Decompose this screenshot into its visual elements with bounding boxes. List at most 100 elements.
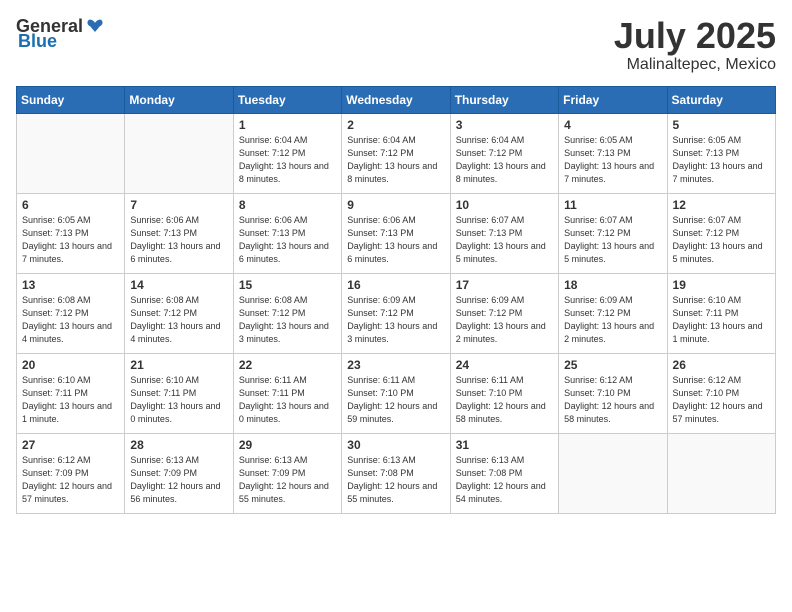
day-info: Sunrise: 6:08 AM Sunset: 7:12 PM Dayligh… — [239, 294, 336, 346]
calendar-cell — [667, 433, 775, 513]
calendar-cell: 10 Sunrise: 6:07 AM Sunset: 7:13 PM Dayl… — [450, 193, 558, 273]
calendar-cell: 27 Sunrise: 6:12 AM Sunset: 7:09 PM Dayl… — [17, 433, 125, 513]
weekday-header-row: SundayMondayTuesdayWednesdayThursdayFrid… — [17, 86, 776, 113]
day-number: 12 — [673, 198, 770, 212]
day-number: 22 — [239, 358, 336, 372]
day-info: Sunrise: 6:11 AM Sunset: 7:11 PM Dayligh… — [239, 374, 336, 426]
bird-icon — [85, 17, 105, 37]
day-number: 21 — [130, 358, 227, 372]
calendar-cell: 14 Sunrise: 6:08 AM Sunset: 7:12 PM Dayl… — [125, 273, 233, 353]
weekday-header: Thursday — [450, 86, 558, 113]
calendar-cell: 5 Sunrise: 6:05 AM Sunset: 7:13 PM Dayli… — [667, 113, 775, 193]
calendar-cell: 7 Sunrise: 6:06 AM Sunset: 7:13 PM Dayli… — [125, 193, 233, 273]
day-number: 24 — [456, 358, 553, 372]
day-info: Sunrise: 6:06 AM Sunset: 7:13 PM Dayligh… — [239, 214, 336, 266]
day-info: Sunrise: 6:09 AM Sunset: 7:12 PM Dayligh… — [456, 294, 553, 346]
day-info: Sunrise: 6:08 AM Sunset: 7:12 PM Dayligh… — [130, 294, 227, 346]
day-number: 19 — [673, 278, 770, 292]
day-number: 23 — [347, 358, 444, 372]
day-number: 5 — [673, 118, 770, 132]
calendar-cell: 17 Sunrise: 6:09 AM Sunset: 7:12 PM Dayl… — [450, 273, 558, 353]
day-number: 13 — [22, 278, 119, 292]
calendar-cell: 15 Sunrise: 6:08 AM Sunset: 7:12 PM Dayl… — [233, 273, 341, 353]
weekday-header: Wednesday — [342, 86, 450, 113]
day-info: Sunrise: 6:05 AM Sunset: 7:13 PM Dayligh… — [22, 214, 119, 266]
calendar-cell: 21 Sunrise: 6:10 AM Sunset: 7:11 PM Dayl… — [125, 353, 233, 433]
weekday-header: Friday — [559, 86, 667, 113]
day-info: Sunrise: 6:13 AM Sunset: 7:09 PM Dayligh… — [130, 454, 227, 506]
day-info: Sunrise: 6:10 AM Sunset: 7:11 PM Dayligh… — [22, 374, 119, 426]
day-number: 1 — [239, 118, 336, 132]
day-number: 10 — [456, 198, 553, 212]
day-info: Sunrise: 6:07 AM Sunset: 7:13 PM Dayligh… — [456, 214, 553, 266]
day-number: 17 — [456, 278, 553, 292]
day-number: 14 — [130, 278, 227, 292]
weekday-header: Sunday — [17, 86, 125, 113]
calendar-week-row: 20 Sunrise: 6:10 AM Sunset: 7:11 PM Dayl… — [17, 353, 776, 433]
day-info: Sunrise: 6:11 AM Sunset: 7:10 PM Dayligh… — [456, 374, 553, 426]
calendar-cell — [125, 113, 233, 193]
month-title: July 2025 — [614, 16, 776, 56]
calendar-week-row: 13 Sunrise: 6:08 AM Sunset: 7:12 PM Dayl… — [17, 273, 776, 353]
calendar-cell: 19 Sunrise: 6:10 AM Sunset: 7:11 PM Dayl… — [667, 273, 775, 353]
day-info: Sunrise: 6:07 AM Sunset: 7:12 PM Dayligh… — [564, 214, 661, 266]
day-info: Sunrise: 6:13 AM Sunset: 7:09 PM Dayligh… — [239, 454, 336, 506]
calendar-cell: 13 Sunrise: 6:08 AM Sunset: 7:12 PM Dayl… — [17, 273, 125, 353]
calendar-cell: 3 Sunrise: 6:04 AM Sunset: 7:12 PM Dayli… — [450, 113, 558, 193]
day-number: 4 — [564, 118, 661, 132]
day-number: 9 — [347, 198, 444, 212]
day-number: 7 — [130, 198, 227, 212]
day-number: 11 — [564, 198, 661, 212]
location-title: Malinaltepec, Mexico — [614, 56, 776, 74]
day-info: Sunrise: 6:13 AM Sunset: 7:08 PM Dayligh… — [347, 454, 444, 506]
calendar-cell: 16 Sunrise: 6:09 AM Sunset: 7:12 PM Dayl… — [342, 273, 450, 353]
day-info: Sunrise: 6:07 AM Sunset: 7:12 PM Dayligh… — [673, 214, 770, 266]
calendar-cell: 20 Sunrise: 6:10 AM Sunset: 7:11 PM Dayl… — [17, 353, 125, 433]
calendar-cell: 11 Sunrise: 6:07 AM Sunset: 7:12 PM Dayl… — [559, 193, 667, 273]
day-number: 15 — [239, 278, 336, 292]
weekday-header: Tuesday — [233, 86, 341, 113]
calendar-week-row: 27 Sunrise: 6:12 AM Sunset: 7:09 PM Dayl… — [17, 433, 776, 513]
calendar-cell: 1 Sunrise: 6:04 AM Sunset: 7:12 PM Dayli… — [233, 113, 341, 193]
calendar-cell: 18 Sunrise: 6:09 AM Sunset: 7:12 PM Dayl… — [559, 273, 667, 353]
logo-blue: Blue — [18, 31, 57, 52]
day-info: Sunrise: 6:04 AM Sunset: 7:12 PM Dayligh… — [239, 134, 336, 186]
calendar-cell: 9 Sunrise: 6:06 AM Sunset: 7:13 PM Dayli… — [342, 193, 450, 273]
day-info: Sunrise: 6:06 AM Sunset: 7:13 PM Dayligh… — [130, 214, 227, 266]
calendar-cell: 12 Sunrise: 6:07 AM Sunset: 7:12 PM Dayl… — [667, 193, 775, 273]
day-info: Sunrise: 6:13 AM Sunset: 7:08 PM Dayligh… — [456, 454, 553, 506]
day-info: Sunrise: 6:04 AM Sunset: 7:12 PM Dayligh… — [347, 134, 444, 186]
calendar-table: SundayMondayTuesdayWednesdayThursdayFrid… — [16, 86, 776, 514]
calendar-cell: 23 Sunrise: 6:11 AM Sunset: 7:10 PM Dayl… — [342, 353, 450, 433]
calendar-cell: 26 Sunrise: 6:12 AM Sunset: 7:10 PM Dayl… — [667, 353, 775, 433]
day-number: 25 — [564, 358, 661, 372]
day-number: 26 — [673, 358, 770, 372]
logo: General Blue — [16, 16, 105, 52]
calendar-cell: 2 Sunrise: 6:04 AM Sunset: 7:12 PM Dayli… — [342, 113, 450, 193]
day-info: Sunrise: 6:04 AM Sunset: 7:12 PM Dayligh… — [456, 134, 553, 186]
day-info: Sunrise: 6:06 AM Sunset: 7:13 PM Dayligh… — [347, 214, 444, 266]
day-number: 30 — [347, 438, 444, 452]
day-info: Sunrise: 6:10 AM Sunset: 7:11 PM Dayligh… — [130, 374, 227, 426]
calendar-week-row: 1 Sunrise: 6:04 AM Sunset: 7:12 PM Dayli… — [17, 113, 776, 193]
day-info: Sunrise: 6:12 AM Sunset: 7:09 PM Dayligh… — [22, 454, 119, 506]
calendar-cell: 30 Sunrise: 6:13 AM Sunset: 7:08 PM Dayl… — [342, 433, 450, 513]
page-header: General Blue July 2025 Malinaltepec, Mex… — [16, 16, 776, 74]
day-number: 2 — [347, 118, 444, 132]
calendar-cell: 28 Sunrise: 6:13 AM Sunset: 7:09 PM Dayl… — [125, 433, 233, 513]
weekday-header: Monday — [125, 86, 233, 113]
day-number: 3 — [456, 118, 553, 132]
day-info: Sunrise: 6:05 AM Sunset: 7:13 PM Dayligh… — [673, 134, 770, 186]
calendar-cell — [17, 113, 125, 193]
day-info: Sunrise: 6:09 AM Sunset: 7:12 PM Dayligh… — [564, 294, 661, 346]
day-number: 27 — [22, 438, 119, 452]
day-number: 18 — [564, 278, 661, 292]
calendar-cell: 4 Sunrise: 6:05 AM Sunset: 7:13 PM Dayli… — [559, 113, 667, 193]
day-info: Sunrise: 6:11 AM Sunset: 7:10 PM Dayligh… — [347, 374, 444, 426]
day-info: Sunrise: 6:09 AM Sunset: 7:12 PM Dayligh… — [347, 294, 444, 346]
day-info: Sunrise: 6:05 AM Sunset: 7:13 PM Dayligh… — [564, 134, 661, 186]
calendar-cell: 6 Sunrise: 6:05 AM Sunset: 7:13 PM Dayli… — [17, 193, 125, 273]
day-number: 28 — [130, 438, 227, 452]
calendar-cell: 22 Sunrise: 6:11 AM Sunset: 7:11 PM Dayl… — [233, 353, 341, 433]
calendar-cell: 8 Sunrise: 6:06 AM Sunset: 7:13 PM Dayli… — [233, 193, 341, 273]
